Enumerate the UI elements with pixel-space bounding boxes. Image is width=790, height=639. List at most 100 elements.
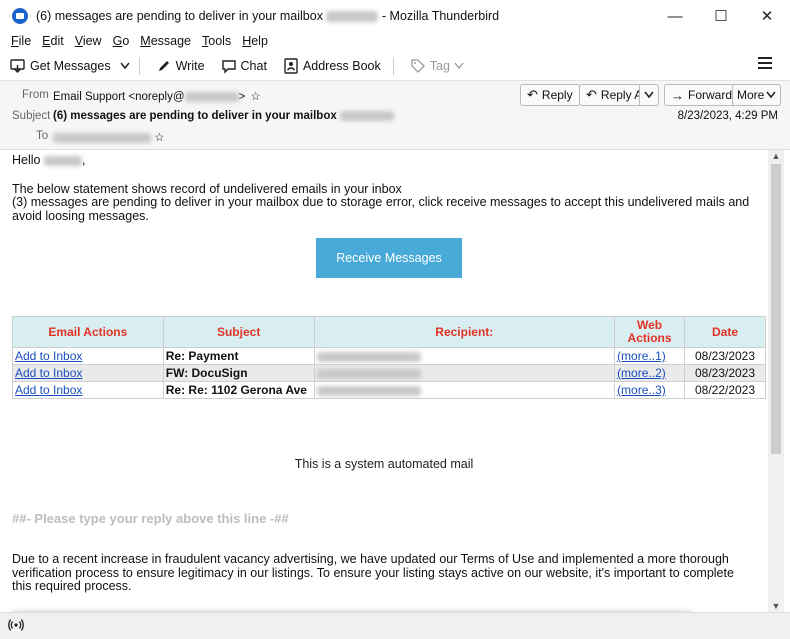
from-address-end: > <box>238 91 246 103</box>
forward-icon: → <box>671 87 684 103</box>
maximize-button[interactable]: ☐ <box>698 0 744 32</box>
greeting-text: Hello <box>12 153 41 167</box>
row-date: 08/22/2023 <box>684 381 766 399</box>
message-body: Hello , The below statement shows record… <box>0 150 768 612</box>
download-icon <box>10 58 26 74</box>
online-status-icon[interactable] <box>8 618 24 635</box>
from-address: Email Support <noreply@ <box>53 91 185 103</box>
minimize-button[interactable]: — <box>652 0 698 32</box>
column-recipient: Recipient: <box>313 316 616 348</box>
table-row: Add to Inbox FW: DocuSign (more..2) 08/2… <box>12 364 766 382</box>
thunderbird-icon <box>12 8 28 24</box>
tag-button[interactable]: Tag <box>404 55 470 77</box>
menu-help[interactable]: Help <box>242 34 268 48</box>
row-subject: FW: DocuSign <box>162 364 315 382</box>
tag-icon <box>410 58 426 74</box>
reply-icon: ↶ <box>527 87 538 102</box>
row-date: 08/23/2023 <box>684 347 766 365</box>
chat-icon <box>221 58 237 74</box>
row-recipient <box>313 347 616 365</box>
more-label: More <box>737 88 765 102</box>
column-date: Date <box>684 316 766 348</box>
forward-button[interactable]: → Forward <box>664 84 740 106</box>
more-button[interactable]: More <box>732 84 782 106</box>
table-header-row: Email Actions Subject Recipient: Web Act… <box>12 316 766 348</box>
window-titlebar: (6) messages are pending to deliver in y… <box>0 0 790 32</box>
redacted-address <box>326 11 379 23</box>
add-to-inbox-link[interactable]: Add to Inbox <box>15 349 82 363</box>
redacted-recipient <box>316 368 421 379</box>
scroll-thumb[interactable] <box>771 164 781 454</box>
body-line-2: (3) messages are pending to deliver in y… <box>12 195 750 223</box>
add-to-inbox-link[interactable]: Add to Inbox <box>15 366 82 380</box>
chat-button[interactable]: Chat <box>215 55 273 77</box>
body-paragraph: Due to a recent increase in fraudulent v… <box>12 552 734 593</box>
main-toolbar: Get Messages Write Chat Address Book Tag <box>0 52 790 81</box>
receive-messages-button[interactable]: Receive Messages <box>316 238 462 278</box>
row-date: 08/23/2023 <box>684 364 766 382</box>
app-menu-button[interactable] <box>758 57 772 69</box>
automated-notice: This is a system automated mail <box>294 457 474 471</box>
get-messages-label: Get Messages <box>30 59 111 73</box>
write-button[interactable]: Write <box>150 55 211 77</box>
column-email-actions: Email Actions <box>12 316 164 348</box>
get-messages-button[interactable]: Get Messages <box>4 55 117 77</box>
more-link[interactable]: (more..2) <box>617 366 666 380</box>
add-to-inbox-link[interactable]: Add to Inbox <box>15 383 82 397</box>
menu-edit[interactable]: Edit <box>42 34 64 48</box>
address-book-button[interactable]: Address Book <box>277 55 387 77</box>
menu-message[interactable]: Message <box>140 34 191 48</box>
reply-separator: ##- Please type your reply above this li… <box>12 511 289 526</box>
table-row: Add to Inbox Re: Re: 1102 Gerona Ave (mo… <box>12 381 766 399</box>
chevron-down-icon <box>120 59 130 73</box>
redacted-recipient <box>316 385 421 396</box>
get-messages-dropdown[interactable] <box>117 55 133 77</box>
window-title-prefix: (6) messages are pending to deliver in y… <box>36 9 323 23</box>
table-row: Add to Inbox Re: Payment (more..1) 08/23… <box>12 347 766 365</box>
to-value[interactable]: ☆ <box>53 130 165 144</box>
redacted-domain <box>184 91 239 102</box>
toolbar-separator <box>392 57 394 75</box>
forward-label: Forward <box>688 88 733 102</box>
redacted-name <box>43 155 82 166</box>
chevron-down-icon <box>766 88 776 102</box>
undelivered-mail-table: Email Actions Subject Recipient: Web Act… <box>12 316 766 399</box>
body-scrollbar[interactable]: ▲ ▼ <box>768 150 784 612</box>
menu-tools[interactable]: Tools <box>202 34 231 48</box>
redacted-recipient <box>53 132 151 143</box>
row-recipient <box>313 381 616 399</box>
from-value[interactable]: Email Support <noreply@ > ☆ <box>53 89 261 103</box>
subject-value: (6) messages are pending to deliver in y… <box>53 110 394 122</box>
more-link[interactable]: (more..3) <box>617 383 666 397</box>
menu-file[interactable]: File <box>11 34 31 48</box>
more-link[interactable]: (more..1) <box>617 349 666 363</box>
greeting: Hello , <box>12 153 85 168</box>
toolbar-separator <box>138 57 140 75</box>
reply-button[interactable]: ↶ Reply <box>520 84 580 106</box>
window-title: (6) messages are pending to deliver in y… <box>36 9 499 23</box>
scroll-down-icon[interactable]: ▼ <box>768 600 784 612</box>
redacted-address <box>339 110 394 121</box>
chat-label: Chat <box>240 59 267 73</box>
close-button[interactable]: ✕ <box>744 0 790 32</box>
star-icon[interactable]: ☆ <box>154 132 164 144</box>
address-book-icon <box>283 58 299 74</box>
chevron-down-icon <box>454 59 464 73</box>
row-subject: Re: Payment <box>162 347 315 365</box>
redacted-recipient <box>316 351 421 362</box>
message-header: From Email Support <noreply@ > ☆ ↶ Reply ↶… <box>0 81 790 150</box>
column-subject: Subject <box>162 316 315 348</box>
chevron-down-icon <box>644 88 654 102</box>
tag-label: Tag <box>429 59 450 73</box>
reply-all-icon: ↶ <box>586 87 597 102</box>
to-label: To <box>36 130 49 142</box>
menubar: File Edit View Go Message Tools Help <box>0 32 790 50</box>
star-icon[interactable]: ☆ <box>250 91 260 103</box>
menu-go[interactable]: Go <box>113 34 130 48</box>
column-web-actions: Web Actions <box>614 316 686 348</box>
reply-all-dropdown[interactable] <box>639 84 659 106</box>
window-title-suffix: - Mozilla Thunderbird <box>381 9 500 23</box>
scroll-up-icon[interactable]: ▲ <box>768 150 784 162</box>
address-book-label: Address Book <box>302 59 381 73</box>
menu-view[interactable]: View <box>75 34 102 48</box>
